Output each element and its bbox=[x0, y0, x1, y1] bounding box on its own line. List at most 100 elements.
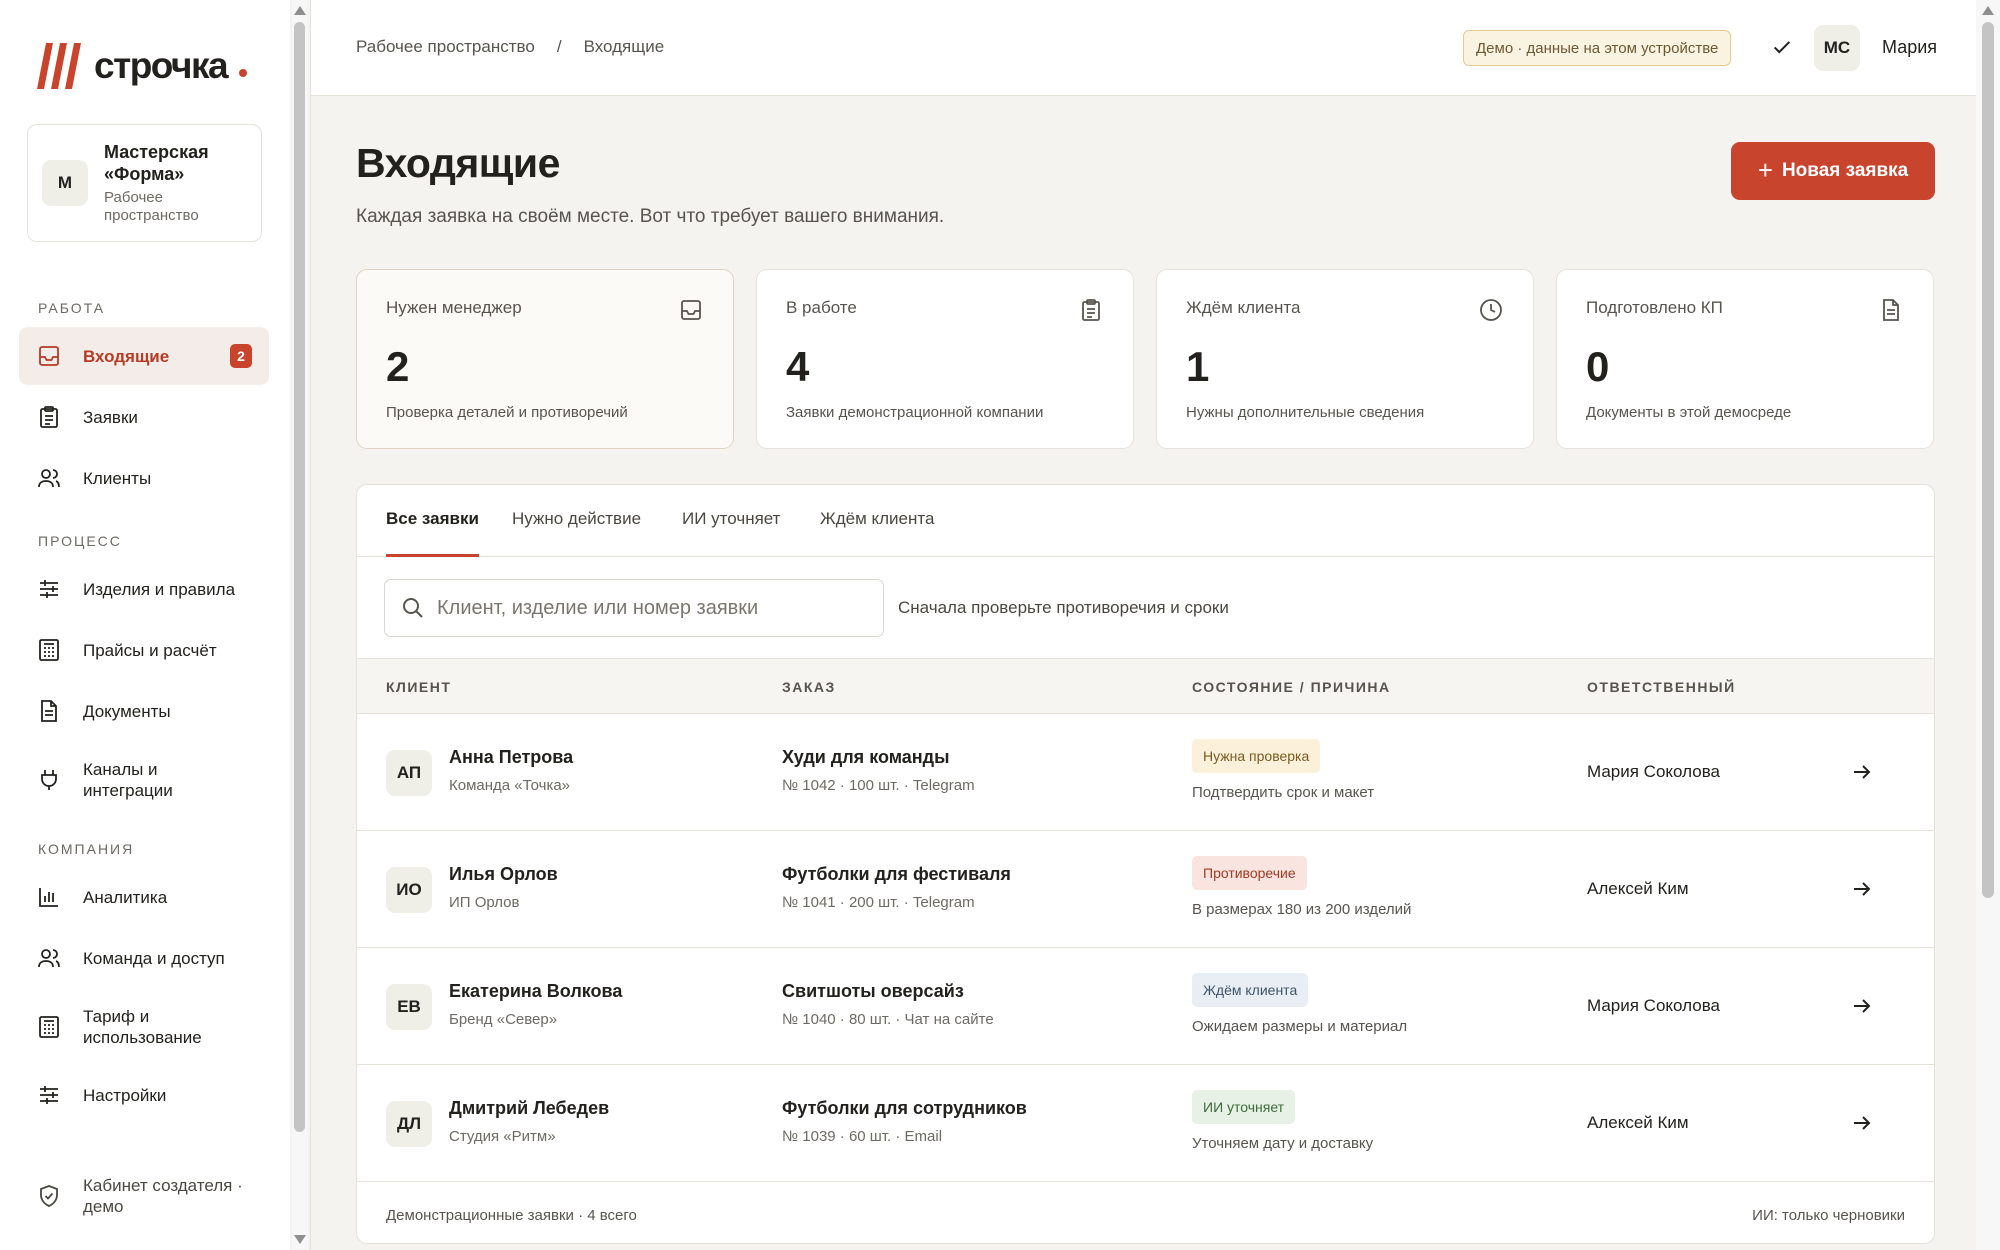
scroll-down-arrow-icon[interactable] bbox=[294, 1235, 306, 1244]
stat-label: В работе bbox=[786, 298, 857, 317]
arrow-right-icon[interactable] bbox=[1850, 760, 1874, 784]
status-badge: Нужна проверка bbox=[1192, 739, 1321, 773]
inbox-count-badge: 2 bbox=[230, 344, 252, 368]
sidebar-item-channels[interactable]: Каналы и интеграции bbox=[19, 751, 269, 809]
calculator-icon bbox=[39, 639, 59, 661]
sidebar-item-inbox[interactable]: Входящие 2 bbox=[19, 327, 269, 385]
sidebar-item-settings[interactable]: Настройки bbox=[19, 1066, 269, 1124]
breadcrumb-workspace[interactable]: Рабочее пространство bbox=[356, 37, 535, 57]
stat-card-in-progress[interactable]: В работе 4 Заявки демонстрационной компа… bbox=[756, 269, 1134, 449]
sidebar-item-products-rules[interactable]: Изделия и правила bbox=[19, 560, 269, 618]
scroll-up-arrow-icon[interactable] bbox=[1982, 6, 1994, 15]
client-company: Бренд «Север» bbox=[449, 1011, 558, 1028]
new-request-label: Новая заявка bbox=[1781, 160, 1909, 181]
client-name: Екатерина Волкова bbox=[449, 981, 623, 1001]
table-row[interactable]: ЕВ Екатерина Волкова Бренд «Север» Свитш… bbox=[357, 948, 1934, 1065]
plus-icon: + bbox=[1757, 154, 1773, 185]
user-avatar[interactable]: МС bbox=[1814, 25, 1860, 71]
page-scrollbar[interactable] bbox=[1976, 0, 2000, 1250]
search-box[interactable] bbox=[384, 579, 884, 637]
column-header-order: ЗАКАЗ bbox=[782, 679, 836, 695]
table-row[interactable]: ИО Илья Орлов ИП Орлов Футболки для фест… bbox=[357, 831, 1934, 948]
app-wordmark: строчка bbox=[94, 45, 229, 86]
client-avatar: ИО bbox=[386, 867, 432, 913]
client-company: ИП Орлов bbox=[449, 894, 520, 911]
app-logo[interactable]: строчка bbox=[36, 38, 248, 94]
stat-card-proposals[interactable]: Подготовлено КП 0 Документы в этой демос… bbox=[1556, 269, 1934, 449]
client-name: Дмитрий Лебедев bbox=[449, 1098, 610, 1118]
workspace-name: Мастерская «Форма» bbox=[104, 142, 209, 184]
status-reason: Уточняем дату и доставку bbox=[1192, 1135, 1374, 1152]
sidebar-item-requests[interactable]: Заявки bbox=[19, 388, 269, 446]
order-title: Худи для команды bbox=[782, 747, 950, 767]
workspace-switcher[interactable]: М Мастерская «Форма» Рабочее пространств… bbox=[27, 124, 262, 242]
table-row[interactable]: АП Анна Петрова Команда «Точка» Худи для… bbox=[357, 714, 1934, 831]
scroll-up-arrow-icon[interactable] bbox=[294, 6, 306, 15]
total-count: Демонстрационные заявки · 4 всего bbox=[386, 1207, 637, 1224]
users-icon bbox=[38, 469, 60, 488]
section-label-work: РАБОТА bbox=[38, 300, 106, 316]
arrow-right-icon[interactable] bbox=[1850, 877, 1874, 901]
check-icon[interactable] bbox=[1771, 36, 1793, 58]
status-reason: Ожидаем размеры и материал bbox=[1192, 1018, 1408, 1035]
sidebar-divider bbox=[310, 0, 311, 1250]
search-input[interactable] bbox=[437, 596, 857, 620]
user-name[interactable]: Мария bbox=[1882, 37, 1937, 58]
sidebar-item-clients[interactable]: Клиенты bbox=[19, 449, 269, 507]
sidebar-item-label: Изделия и правила bbox=[83, 579, 236, 599]
order-title: Футболки для фестиваля bbox=[782, 864, 1011, 884]
order-title: Свитшоты оверсайз bbox=[782, 981, 964, 1001]
inbox-icon bbox=[39, 346, 59, 366]
table-row[interactable]: ДЛ Дмитрий Лебедев Студия «Ритм» Футболк… bbox=[357, 1065, 1934, 1182]
sidebar-item-label: Аналитика bbox=[83, 887, 168, 907]
client-company: Команда «Точка» bbox=[449, 777, 571, 794]
table-header: КЛИЕНТ ЗАКАЗ СОСТОЯНИЕ / ПРИЧИНА ОТВЕТСТ… bbox=[357, 658, 1934, 714]
page-subtitle: Каждая заявка на своём месте. Вот что тр… bbox=[356, 206, 945, 227]
status-badge: Ждём клиента bbox=[1192, 973, 1309, 1007]
tab-needs-action[interactable]: Нужно действие bbox=[512, 509, 641, 557]
arrow-right-icon[interactable] bbox=[1850, 994, 1874, 1018]
client-avatar: ЕВ bbox=[386, 984, 432, 1030]
section-label-company: КОМПАНИЯ bbox=[38, 841, 135, 857]
search-hint: Сначала проверьте противоречия и сроки bbox=[898, 598, 1229, 617]
sidebar-item-label: Документы bbox=[83, 701, 171, 721]
sidebar-scrollbar[interactable] bbox=[292, 0, 308, 1250]
page-scroll-thumb[interactable] bbox=[1982, 22, 1994, 898]
sidebar-item-analytics[interactable]: Аналитика bbox=[19, 868, 269, 926]
stat-card-need-manager[interactable]: Нужен менеджер 2 Проверка деталей и прот… bbox=[356, 269, 734, 449]
stat-label: Ждём клиента bbox=[1186, 298, 1301, 317]
clipboard-icon bbox=[40, 406, 58, 428]
creator-cabinet-link[interactable]: Кабинет создателя · демо bbox=[19, 1168, 269, 1224]
stat-description: Проверка деталей и противоречий bbox=[386, 404, 628, 421]
section-label-process: ПРОЦЕСС bbox=[38, 533, 122, 549]
sidebar-item-label: Прайсы и расчёт bbox=[83, 640, 217, 660]
sidebar-item-prices[interactable]: Прайсы и расчёт bbox=[19, 621, 269, 679]
tab-ai-clarifying[interactable]: ИИ уточняет bbox=[682, 509, 780, 557]
breadcrumb-current: Входящие bbox=[583, 37, 665, 56]
stat-card-waiting-client[interactable]: Ждём клиента 1 Нужны дополнительные свед… bbox=[1156, 269, 1534, 449]
sidebar-item-label: Настройки bbox=[83, 1085, 167, 1105]
client-company: Студия «Ритм» bbox=[449, 1128, 556, 1145]
column-header-client: КЛИЕНТ bbox=[386, 679, 452, 695]
stat-label: Нужен менеджер bbox=[386, 298, 522, 317]
sidebar-item-team-access[interactable]: Команда и доступ bbox=[19, 929, 269, 987]
new-request-button[interactable]: + Новая заявка bbox=[1731, 142, 1935, 200]
page-title: Входящие bbox=[356, 140, 560, 186]
sidebar-item-documents[interactable]: Документы bbox=[19, 682, 269, 740]
tab-waiting-client[interactable]: Ждём клиента bbox=[820, 509, 934, 557]
breadcrumb-separator: / bbox=[556, 37, 562, 56]
arrow-right-icon[interactable] bbox=[1850, 1111, 1874, 1135]
sidebar-scroll-thumb[interactable] bbox=[294, 22, 305, 1132]
stat-description: Заявки демонстрационной компании bbox=[786, 404, 1044, 421]
owner-name: Алексей Ким bbox=[1587, 1113, 1689, 1132]
owner-name: Мария Соколова bbox=[1587, 762, 1720, 781]
sidebar-item-plan-usage[interactable]: Тариф и использование bbox=[19, 998, 269, 1056]
client-name: Анна Петрова bbox=[449, 747, 574, 767]
order-meta: № 1041 · 200 шт. · Telegram bbox=[782, 894, 975, 911]
stat-description: Документы в этой демосреде bbox=[1586, 404, 1792, 421]
tab-all[interactable]: Все заявки bbox=[386, 509, 479, 557]
stat-label: Подготовлено КП bbox=[1586, 298, 1723, 317]
workspace-subtitle: Рабочее пространство bbox=[104, 189, 199, 224]
owner-name: Алексей Ким bbox=[1587, 879, 1689, 898]
search-icon bbox=[403, 598, 423, 618]
